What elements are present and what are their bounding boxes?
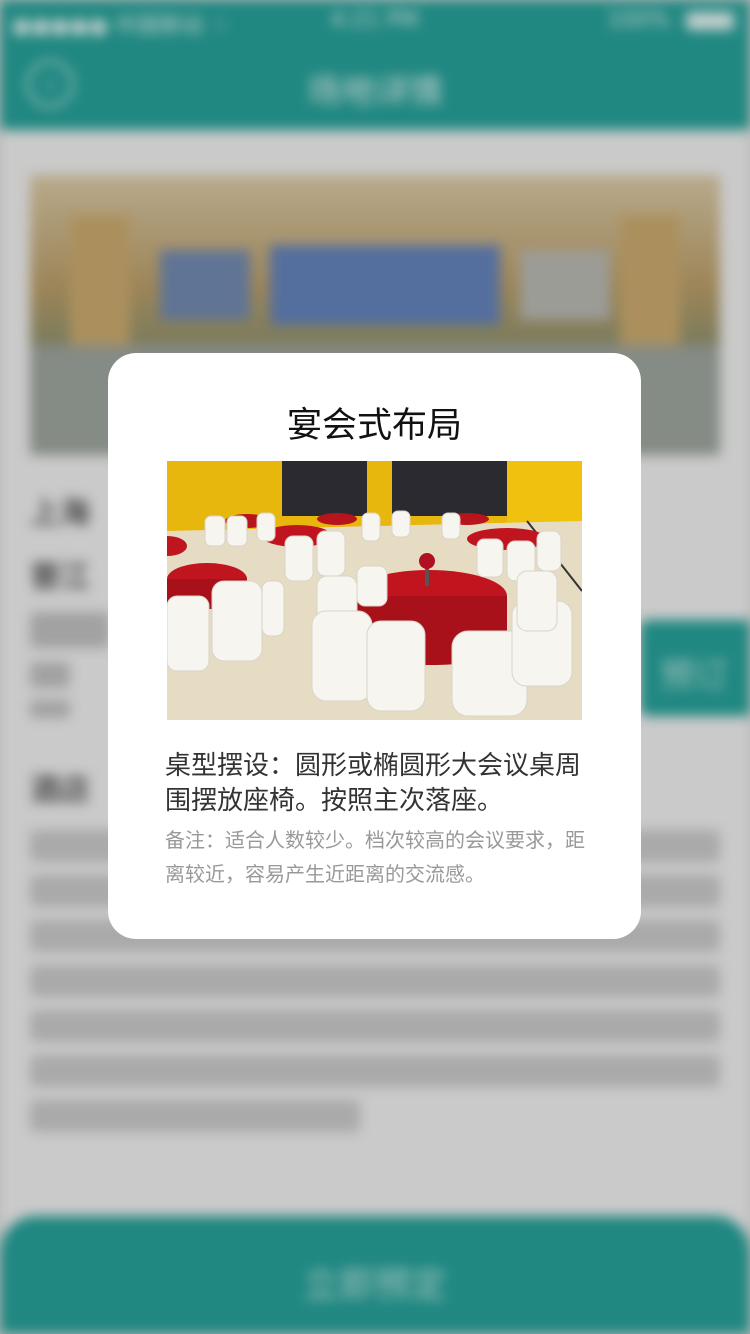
layout-detail-modal: 宴会式布局 桌型摆设：圆形或椭圆形大会议桌周围摆放座椅。按照主次落座。 备注：适… — [108, 353, 641, 939]
layout-note: 备注：适合人数较少。档次较高的会议要求，距离较近，容易产生近距离的交流感。 — [165, 828, 585, 886]
banquet-layout-photo — [167, 461, 582, 720]
layout-description: 桌型摆设：圆形或椭圆形大会议桌周围摆放座椅。按照主次落座。 — [165, 751, 582, 816]
modal-title: 宴会式布局 — [286, 406, 462, 446]
